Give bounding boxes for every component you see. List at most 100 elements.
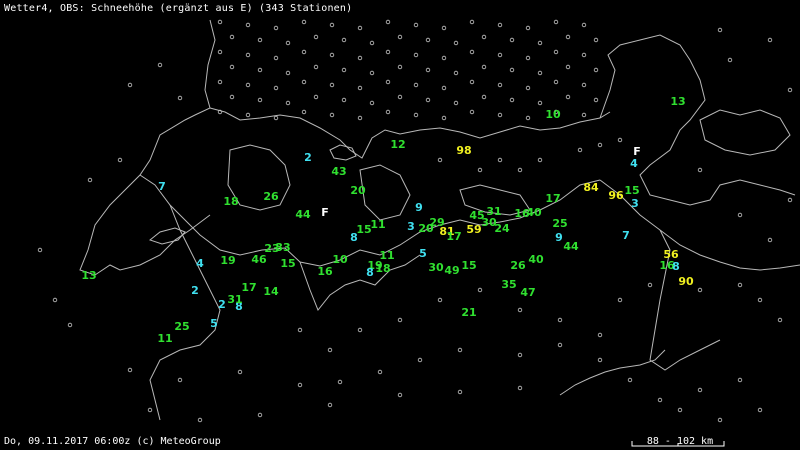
snow-depth-label: 11 [157, 332, 172, 345]
snow-depth-label: 8 [366, 266, 374, 279]
station-dot [329, 112, 335, 118]
station-dot [497, 52, 503, 58]
station-dot [357, 55, 363, 61]
snow-depth-label: 7 [158, 180, 166, 193]
map-marker-label: F [633, 145, 641, 158]
station-dot [301, 19, 307, 25]
station-dot [341, 97, 347, 103]
station-dot [537, 157, 543, 163]
snow-depth-label: 98 [456, 144, 471, 157]
station-dot [417, 357, 423, 363]
snow-depth-label: 17 [545, 192, 560, 205]
station-dot [217, 19, 223, 25]
station-dot [87, 177, 93, 183]
snow-depth-label: 17 [446, 230, 461, 243]
station-dot [273, 115, 279, 121]
station-dot [297, 327, 303, 333]
station-dot [425, 97, 431, 103]
map-footer: Do, 09.11.2017 06:00z (c) MeteoGroup [4, 436, 221, 447]
station-dot [593, 97, 599, 103]
station-dot [413, 22, 419, 28]
station-dot [577, 147, 583, 153]
station-dot [413, 112, 419, 118]
northern-border [79, 19, 216, 276]
station-dot [397, 317, 403, 323]
station-dot [301, 49, 307, 55]
station-dot [697, 287, 703, 293]
station-dot [517, 307, 523, 313]
station-dot [52, 297, 58, 303]
station-dot [553, 49, 559, 55]
station-dot [457, 389, 463, 395]
station-dot [385, 79, 391, 85]
map-view: 13 10 12 98 2 7 43 20 84 96 15 4 3 18 26 44 9 29 81 59 45 31 3… [0, 0, 800, 450]
station-dot [369, 40, 375, 46]
southern-border [649, 229, 721, 371]
station-dot [329, 52, 335, 58]
station-dot [537, 100, 543, 106]
station-dot [197, 417, 203, 423]
station-dot [369, 100, 375, 106]
station-dot [453, 100, 459, 106]
station-dot [397, 392, 403, 398]
station-dot [413, 52, 419, 58]
station-dot [597, 357, 603, 363]
map-marker-label: F [321, 206, 329, 219]
station-dot [397, 64, 403, 70]
station-dot [581, 52, 587, 58]
station-dot [717, 417, 723, 423]
station-dot [537, 70, 543, 76]
snow-depth-label: 35 [501, 278, 516, 291]
station-dot [397, 94, 403, 100]
station-dot [117, 157, 123, 163]
station-dot [301, 79, 307, 85]
station-dot [177, 377, 183, 383]
station-dot [245, 52, 251, 58]
station-dot [67, 322, 73, 328]
snow-depth-label: 4 [196, 257, 204, 270]
station-dot [245, 82, 251, 88]
station-dot [357, 25, 363, 31]
snow-depth-label: 47 [520, 286, 535, 299]
snow-depth-label: 17 [241, 281, 256, 294]
station-dot [157, 62, 163, 68]
station-readings: 131012 98274320 8496 154318 264492981 5945 313… [81, 95, 694, 345]
station-dot [385, 109, 391, 115]
station-dot [565, 64, 571, 70]
station-dot [257, 412, 263, 418]
snow-depth-label: 44 [563, 240, 579, 253]
snow-depth-label: 26 [263, 190, 279, 203]
station-dot [453, 70, 459, 76]
snow-depth-label: 24 [494, 222, 510, 235]
station-dot [357, 327, 363, 333]
snow-depth-label: 20 [350, 184, 366, 197]
station-dot [481, 34, 487, 40]
station-dot [229, 64, 235, 70]
station-dot [229, 94, 235, 100]
station-dot [285, 40, 291, 46]
station-dot [285, 100, 291, 106]
snow-depth-label: 2 [304, 151, 312, 164]
station-dot [565, 34, 571, 40]
station-dot [273, 85, 279, 91]
station-dot [257, 67, 263, 73]
station-dot [177, 95, 183, 101]
station-dot [525, 85, 531, 91]
station-dot [257, 37, 263, 43]
station-dot [341, 37, 347, 43]
station-dot [329, 82, 335, 88]
snow-depth-label: 15 [624, 184, 639, 197]
france-italy-border [149, 204, 221, 421]
station-dot [229, 34, 235, 40]
station-dot [481, 64, 487, 70]
station-dot [509, 97, 515, 103]
station-dot [517, 167, 523, 173]
station-dot [581, 112, 587, 118]
inner-region-d [699, 109, 791, 156]
station-dot [581, 22, 587, 28]
station-dot [553, 19, 559, 25]
snow-depth-label: 20 [418, 222, 434, 235]
snow-depth-label: 84 [583, 181, 599, 194]
station-dot [385, 49, 391, 55]
station-dot [787, 197, 793, 203]
